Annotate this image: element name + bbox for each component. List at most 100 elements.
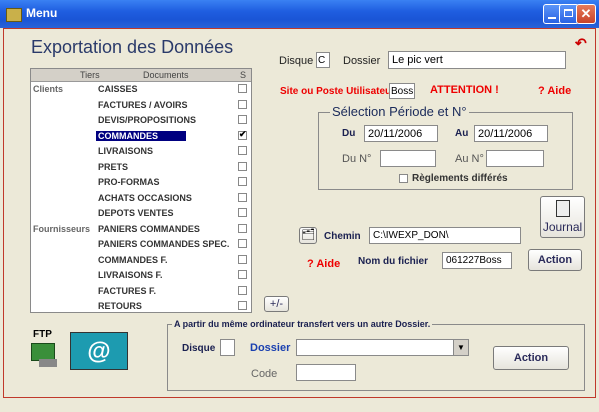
action-button[interactable]: Action [528,249,582,271]
au-numero-field[interactable] [486,150,544,167]
row-checkbox[interactable] [238,192,247,202]
attention-label: ATTENTION ! [430,84,499,96]
table-row[interactable]: PRETS [31,160,251,175]
row-document[interactable]: PANIERS COMMANDES SPEC. [98,239,229,249]
table-row[interactable]: DEVIS/PROPOSITIONS [31,113,251,128]
browse-folder-button[interactable]: 🗂 [299,227,317,244]
ftp-label: FTP [33,329,52,340]
ftp-button[interactable]: FTP [31,329,61,369]
table-row[interactable]: FACTURES F. [31,284,251,299]
row-document[interactable]: PANIERS COMMANDES [98,224,200,234]
row-checkbox[interactable] [238,99,247,109]
row-checkbox[interactable] [238,208,247,217]
row-document[interactable]: LIVRAISONS [98,146,153,156]
row-checkbox[interactable] [238,115,247,124]
transfer-title: A partir du même ordinateur transfert ve… [172,319,433,329]
row-checkbox[interactable] [238,301,247,310]
journal-label: Journal [542,220,583,234]
fichier-field[interactable]: 061227Boss [442,252,512,269]
transfer-dossier-select[interactable]: ▼ [296,339,469,356]
disque-label: Disque [279,55,314,67]
site-label: Site ou Poste Utilisateur [280,86,396,97]
table-row[interactable]: COMMANDES [31,129,251,144]
row-document[interactable]: CAISSES [98,84,138,94]
row-checkbox[interactable] [238,254,247,264]
chemin-field[interactable]: C:\IWEXP_DON\ [369,227,521,244]
row-checkbox[interactable] [238,129,247,140]
row-document[interactable]: PRO-FORMAS [98,177,160,187]
row-checkbox[interactable] [238,84,247,93]
table-row[interactable]: DEPOTS VENTES [31,206,251,221]
transfer-code-field[interactable] [296,364,356,381]
row-document[interactable]: FACTURES / AVOIRS [98,100,188,110]
table-row[interactable]: FACTURES / AVOIRS [31,98,251,113]
row-group: Clients [33,84,64,94]
help-link-fichier[interactable]: ? Aide [307,258,340,270]
table-row[interactable]: PRO-FORMAS [31,175,251,190]
row-checkbox[interactable] [238,285,247,295]
row-checkbox[interactable] [238,146,247,155]
du-label: Du [342,128,356,139]
row-document[interactable]: DEPOTS VENTES [98,208,174,218]
table-row[interactable]: COMMANDES F. [31,253,251,268]
page-title: Exportation des Données [31,37,234,57]
toggle-all-button[interactable]: +/- [264,296,289,312]
row-checkbox[interactable] [238,177,247,186]
dossier-field[interactable]: Le pic vert [388,51,566,69]
row-document[interactable]: LIVRAISONS F. [98,270,163,280]
fichier-label: Nom du fichier [358,256,429,267]
close-button[interactable]: ✕ [576,4,596,24]
row-document[interactable]: ACHATS OCCASIONS [98,193,192,203]
au-label: Au [455,128,469,139]
du-date-field[interactable]: 20/11/2006 [364,125,438,142]
documents-table: Tiers Documents S Clients CAISSES FACTURES… [30,68,252,313]
app-icon [6,8,22,22]
help-link-site[interactable]: ? Aide [538,85,571,97]
table-row[interactable]: Clients CAISSES [31,82,251,97]
du-numero-label: Du N° [342,153,372,165]
folder-tree-icon: 🗂 [301,229,315,241]
disque-field[interactable]: C [316,52,330,68]
reglements-checkbox[interactable] [399,174,408,183]
minimize-icon [548,17,556,19]
journal-button[interactable]: Journal [540,196,585,238]
email-button[interactable]: @ [70,332,128,370]
row-checkbox[interactable] [238,239,247,248]
row-document[interactable]: FACTURES F. [98,286,156,296]
email-at-icon: @ [87,338,111,365]
row-document[interactable]: COMMANDES [96,130,186,141]
dropdown-arrow-icon[interactable]: ▼ [453,340,468,355]
row-group: Fournisseurs [33,223,91,234]
du-numero-field[interactable] [380,150,436,167]
maximize-icon [564,9,573,17]
row-checkbox[interactable] [238,270,247,279]
transfer-dossier-label: Dossier [250,342,291,354]
dossier-label: Dossier [343,55,381,67]
row-document[interactable]: PRETS [98,162,128,172]
row-document[interactable]: COMMANDES F. [98,255,168,265]
transfer-action-button[interactable]: Action [493,346,569,370]
row-checkbox[interactable] [238,223,247,233]
journal-icon [556,200,570,217]
row-document[interactable]: RETOURS [98,301,142,311]
header-tiers: Tiers [80,70,100,80]
au-date-field[interactable]: 20/11/2006 [474,125,548,142]
reglements-label: Règlements différés [412,173,508,184]
transfer-disque-field[interactable] [220,339,235,356]
transfer-disque-label: Disque [182,343,216,354]
periode-title: Sélection Période et N° [330,104,469,119]
return-arrow-icon[interactable]: ↶ [575,35,587,52]
title-bar: Menu ✕ [0,0,599,28]
table-header: Tiers Documents S [31,69,251,82]
table-row[interactable]: LIVRAISONS F. [31,268,251,283]
transfer-code-label: Code [251,368,278,380]
table-row[interactable]: LIVRAISONS [31,144,251,159]
chemin-label: Chemin [324,231,361,242]
row-checkbox[interactable] [238,161,247,171]
site-field[interactable]: Boss [389,83,415,99]
table-row[interactable]: PANIERS COMMANDES SPEC. [31,237,251,252]
table-row[interactable]: ACHATS OCCASIONS [31,191,251,206]
row-document[interactable]: DEVIS/PROPOSITIONS [98,115,196,125]
table-row[interactable]: Fournisseurs PANIERS COMMANDES [31,222,251,237]
table-row[interactable]: RETOURS [31,299,251,314]
